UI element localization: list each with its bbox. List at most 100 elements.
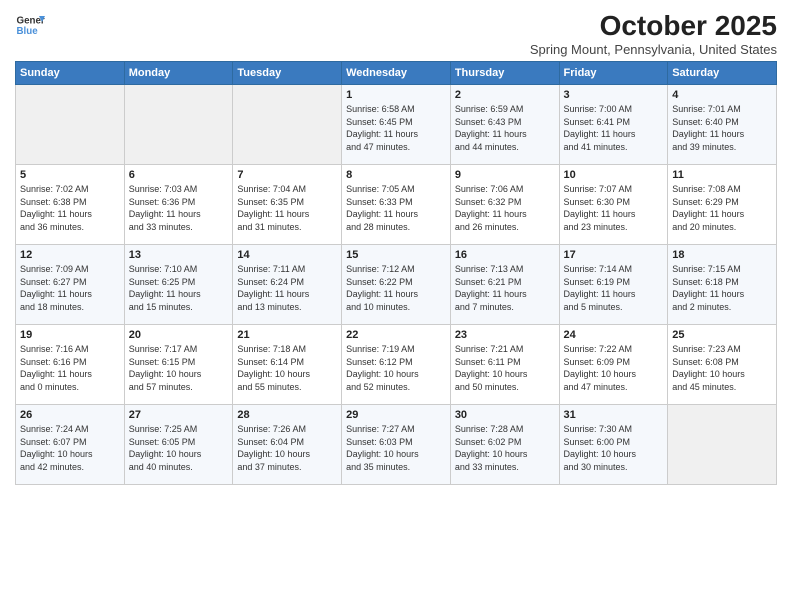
day-number: 13 — [129, 249, 229, 261]
table-row: 11 Sunrise: 7:08 AM Sunset: 6:29 PM Dayli… — [668, 165, 777, 245]
day-info: Sunrise: 7:26 AM Sunset: 6:04 PM Dayligh… — [237, 423, 337, 473]
day-number: 19 — [20, 329, 120, 341]
day-number: 29 — [346, 409, 446, 421]
day-number: 17 — [564, 249, 664, 261]
day-number: 27 — [129, 409, 229, 421]
table-row — [124, 85, 233, 165]
day-number: 18 — [672, 249, 772, 261]
calendar-table: Sunday Monday Tuesday Wednesday Thursday… — [15, 61, 777, 485]
table-row: 10 Sunrise: 7:07 AM Sunset: 6:30 PM Dayli… — [559, 165, 668, 245]
day-info: Sunrise: 7:11 AM Sunset: 6:24 PM Dayligh… — [237, 263, 337, 313]
day-info: Sunrise: 7:06 AM Sunset: 6:32 PM Dayligh… — [455, 183, 555, 233]
table-row: 16 Sunrise: 7:13 AM Sunset: 6:21 PM Dayli… — [450, 245, 559, 325]
table-row: 3Sunrise: 7:00 AM Sunset: 6:41 PM Daylig… — [559, 85, 668, 165]
table-row: 7 Sunrise: 7:04 AM Sunset: 6:35 PM Daylig… — [233, 165, 342, 245]
day-number: 21 — [237, 329, 337, 341]
day-info: Sunrise: 7:01 AM Sunset: 6:40 PM Dayligh… — [672, 103, 772, 153]
day-info: Sunrise: 7:02 AM Sunset: 6:38 PM Dayligh… — [20, 183, 120, 233]
day-info: Sunrise: 7:09 AM Sunset: 6:27 PM Dayligh… — [20, 263, 120, 313]
day-number: 3 — [564, 89, 664, 101]
day-number: 26 — [20, 409, 120, 421]
header-monday: Monday — [124, 62, 233, 85]
month-title: October 2025 — [530, 10, 777, 42]
day-info: Sunrise: 7:24 AM Sunset: 6:07 PM Dayligh… — [20, 423, 120, 473]
table-row: 18 Sunrise: 7:15 AM Sunset: 6:18 PM Dayli… — [668, 245, 777, 325]
header-friday: Friday — [559, 62, 668, 85]
header-tuesday: Tuesday — [233, 62, 342, 85]
calendar-header-row: Sunday Monday Tuesday Wednesday Thursday… — [16, 62, 777, 85]
day-info: Sunrise: 7:19 AM Sunset: 6:12 PM Dayligh… — [346, 343, 446, 393]
table-row: 12 Sunrise: 7:09 AM Sunset: 6:27 PM Dayli… — [16, 245, 125, 325]
day-number: 25 — [672, 329, 772, 341]
day-info: Sunrise: 7:21 AM Sunset: 6:11 PM Dayligh… — [455, 343, 555, 393]
table-row: 19 Sunrise: 7:16 AM Sunset: 6:16 PM Dayli… — [16, 325, 125, 405]
day-info: Sunrise: 7:25 AM Sunset: 6:05 PM Dayligh… — [129, 423, 229, 473]
table-row: 27 Sunrise: 7:25 AM Sunset: 6:05 PM Dayli… — [124, 405, 233, 485]
table-row: 20 Sunrise: 7:17 AM Sunset: 6:15 PM Dayli… — [124, 325, 233, 405]
day-info: Sunrise: 7:13 AM Sunset: 6:21 PM Dayligh… — [455, 263, 555, 313]
table-row: 9Sunrise: 7:06 AM Sunset: 6:32 PM Daylig… — [450, 165, 559, 245]
calendar-body: 1 Sunrise: 6:58 AM Sunset: 6:45 PM Daylig… — [16, 85, 777, 485]
table-row: 8Sunrise: 7:05 AM Sunset: 6:33 PM Daylig… — [342, 165, 451, 245]
day-number: 6 — [129, 169, 229, 181]
table-row: 21 Sunrise: 7:18 AM Sunset: 6:14 PM Dayli… — [233, 325, 342, 405]
day-number: 30 — [455, 409, 555, 421]
table-row: 29 Sunrise: 7:27 AM Sunset: 6:03 PM Dayli… — [342, 405, 451, 485]
logo-icon: General Blue — [15, 10, 45, 40]
table-row: 6 Sunrise: 7:03 AM Sunset: 6:36 PM Daylig… — [124, 165, 233, 245]
day-info: Sunrise: 7:27 AM Sunset: 6:03 PM Dayligh… — [346, 423, 446, 473]
table-row: 14Sunrise: 7:11 AM Sunset: 6:24 PM Dayli… — [233, 245, 342, 325]
day-info: Sunrise: 7:04 AM Sunset: 6:35 PM Dayligh… — [237, 183, 337, 233]
day-number: 2 — [455, 89, 555, 101]
table-row: 2Sunrise: 6:59 AM Sunset: 6:43 PM Daylig… — [450, 85, 559, 165]
table-row: 31Sunrise: 7:30 AM Sunset: 6:00 PM Dayli… — [559, 405, 668, 485]
table-row — [16, 85, 125, 165]
day-number: 16 — [455, 249, 555, 261]
day-info: Sunrise: 7:18 AM Sunset: 6:14 PM Dayligh… — [237, 343, 337, 393]
header-wednesday: Wednesday — [342, 62, 451, 85]
day-info: Sunrise: 6:58 AM Sunset: 6:45 PM Dayligh… — [346, 103, 446, 153]
day-number: 11 — [672, 169, 772, 181]
day-info: Sunrise: 7:17 AM Sunset: 6:15 PM Dayligh… — [129, 343, 229, 393]
day-info: Sunrise: 7:15 AM Sunset: 6:18 PM Dayligh… — [672, 263, 772, 313]
title-section: October 2025 Spring Mount, Pennsylvania,… — [530, 10, 777, 57]
day-info: Sunrise: 7:10 AM Sunset: 6:25 PM Dayligh… — [129, 263, 229, 313]
day-info: Sunrise: 7:14 AM Sunset: 6:19 PM Dayligh… — [564, 263, 664, 313]
day-number: 1 — [346, 89, 446, 101]
table-row: 15Sunrise: 7:12 AM Sunset: 6:22 PM Dayli… — [342, 245, 451, 325]
day-number: 8 — [346, 169, 446, 181]
logo: General Blue — [15, 10, 45, 40]
header-sunday: Sunday — [16, 62, 125, 85]
day-number: 10 — [564, 169, 664, 181]
day-number: 15 — [346, 249, 446, 261]
day-info: Sunrise: 7:08 AM Sunset: 6:29 PM Dayligh… — [672, 183, 772, 233]
day-number: 20 — [129, 329, 229, 341]
table-row: 22 Sunrise: 7:19 AM Sunset: 6:12 PM Dayli… — [342, 325, 451, 405]
table-row: 23Sunrise: 7:21 AM Sunset: 6:11 PM Dayli… — [450, 325, 559, 405]
header-saturday: Saturday — [668, 62, 777, 85]
table-row: 26 Sunrise: 7:24 AM Sunset: 6:07 PM Dayli… — [16, 405, 125, 485]
location-subtitle: Spring Mount, Pennsylvania, United State… — [530, 42, 777, 57]
header-thursday: Thursday — [450, 62, 559, 85]
day-info: Sunrise: 7:07 AM Sunset: 6:30 PM Dayligh… — [564, 183, 664, 233]
table-row — [668, 405, 777, 485]
day-number: 12 — [20, 249, 120, 261]
day-number: 7 — [237, 169, 337, 181]
table-row: 13 Sunrise: 7:10 AM Sunset: 6:25 PM Dayli… — [124, 245, 233, 325]
header: General Blue October 2025 Spring Mount, … — [15, 10, 777, 57]
day-number: 4 — [672, 89, 772, 101]
table-row: 5 Sunrise: 7:02 AM Sunset: 6:38 PM Daylig… — [16, 165, 125, 245]
day-info: Sunrise: 7:30 AM Sunset: 6:00 PM Dayligh… — [564, 423, 664, 473]
calendar-week-row: 1 Sunrise: 6:58 AM Sunset: 6:45 PM Daylig… — [16, 85, 777, 165]
table-row: 30Sunrise: 7:28 AM Sunset: 6:02 PM Dayli… — [450, 405, 559, 485]
day-number: 22 — [346, 329, 446, 341]
day-info: Sunrise: 7:03 AM Sunset: 6:36 PM Dayligh… — [129, 183, 229, 233]
day-number: 5 — [20, 169, 120, 181]
table-row — [233, 85, 342, 165]
table-row: 1 Sunrise: 6:58 AM Sunset: 6:45 PM Daylig… — [342, 85, 451, 165]
day-info: Sunrise: 7:16 AM Sunset: 6:16 PM Dayligh… — [20, 343, 120, 393]
table-row: 4 Sunrise: 7:01 AM Sunset: 6:40 PM Daylig… — [668, 85, 777, 165]
day-number: 24 — [564, 329, 664, 341]
calendar-week-row: 5 Sunrise: 7:02 AM Sunset: 6:38 PM Daylig… — [16, 165, 777, 245]
calendar-week-row: 19 Sunrise: 7:16 AM Sunset: 6:16 PM Dayli… — [16, 325, 777, 405]
